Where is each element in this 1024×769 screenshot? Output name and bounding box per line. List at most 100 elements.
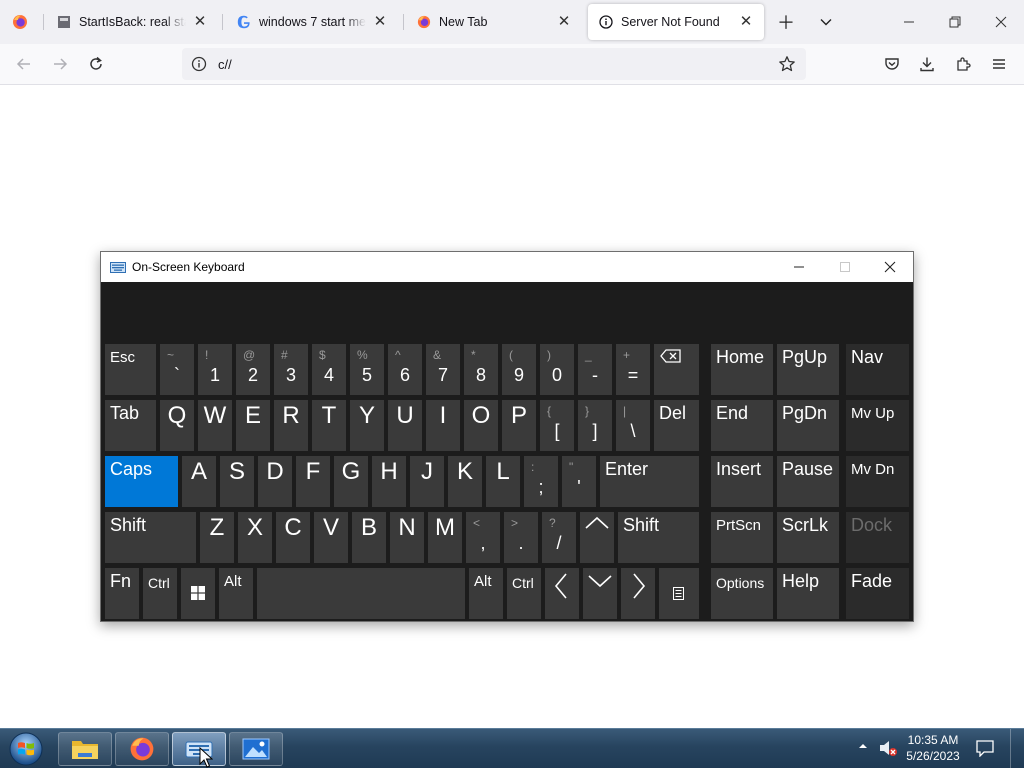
list-all-tabs-button[interactable] bbox=[810, 6, 842, 38]
key-equals[interactable]: + = bbox=[616, 344, 650, 395]
key-2[interactable]: @2 bbox=[236, 344, 270, 395]
key-tab[interactable]: Tab bbox=[105, 400, 156, 451]
key-scrlk[interactable]: ScrLk bbox=[777, 512, 839, 563]
key-h[interactable]: H bbox=[372, 456, 406, 507]
key-left-ctrl[interactable]: Ctrl bbox=[143, 568, 177, 619]
forward-button[interactable] bbox=[45, 49, 75, 79]
start-button[interactable] bbox=[6, 730, 46, 768]
back-button[interactable] bbox=[9, 49, 39, 79]
key-context-menu[interactable] bbox=[659, 568, 699, 619]
key-slash[interactable]: ? / bbox=[542, 512, 576, 563]
key-1[interactable]: ! 1 bbox=[198, 344, 232, 395]
key-semicolon[interactable]: :; bbox=[524, 456, 558, 507]
minimize-button[interactable] bbox=[886, 0, 932, 44]
key-g[interactable]: G bbox=[334, 456, 368, 507]
key-v[interactable]: V bbox=[314, 512, 348, 563]
key-k[interactable]: K bbox=[448, 456, 482, 507]
downloads-button[interactable] bbox=[912, 49, 942, 79]
show-desktop-button[interactable] bbox=[1010, 729, 1024, 769]
key-3[interactable]: #3 bbox=[274, 344, 308, 395]
key-help[interactable]: Help bbox=[777, 568, 839, 619]
key-right-bracket[interactable]: }] bbox=[578, 400, 612, 451]
key-a[interactable]: A bbox=[182, 456, 216, 507]
key-q[interactable]: Q bbox=[160, 400, 194, 451]
close-tab-icon[interactable]: ✕ bbox=[738, 14, 754, 30]
key-right-alt[interactable]: Alt bbox=[469, 568, 503, 619]
key-m[interactable]: M bbox=[428, 512, 462, 563]
taskbar-file-explorer[interactable] bbox=[58, 732, 112, 766]
osk-maximize-button[interactable] bbox=[822, 252, 868, 282]
key-backslash[interactable]: | \ bbox=[616, 400, 650, 451]
show-hidden-icons-button[interactable] bbox=[858, 740, 868, 754]
key-fn[interactable]: Fn bbox=[105, 568, 139, 619]
key-pgup[interactable]: PgUp bbox=[777, 344, 839, 395]
key-b[interactable]: B bbox=[352, 512, 386, 563]
key-nav[interactable]: Nav bbox=[846, 344, 909, 395]
action-center-button[interactable] bbox=[976, 739, 994, 760]
reload-button[interactable] bbox=[81, 49, 111, 79]
key-arrow-left[interactable] bbox=[545, 568, 579, 619]
key-left-bracket[interactable]: {[ bbox=[540, 400, 574, 451]
key-end[interactable]: End bbox=[711, 400, 773, 451]
key-home[interactable]: Home bbox=[711, 344, 773, 395]
key-mv-up[interactable]: Mv Up bbox=[846, 400, 909, 451]
key-c[interactable]: C bbox=[276, 512, 310, 563]
key-r[interactable]: R bbox=[274, 400, 308, 451]
key-right-shift[interactable]: Shift bbox=[618, 512, 699, 563]
tab-new-tab[interactable]: New Tab ✕ bbox=[406, 4, 582, 40]
key-e[interactable]: E bbox=[236, 400, 270, 451]
new-tab-button[interactable]: ＋ bbox=[770, 6, 802, 38]
firefox-view-button[interactable] bbox=[0, 0, 40, 44]
key-8[interactable]: * 8 bbox=[464, 344, 498, 395]
key-arrow-right[interactable] bbox=[621, 568, 655, 619]
key-left-alt[interactable]: Alt bbox=[219, 568, 253, 619]
key-i[interactable]: I bbox=[426, 400, 460, 451]
key-right-ctrl[interactable]: Ctrl bbox=[507, 568, 541, 619]
key-0[interactable]: ) 0 bbox=[540, 344, 574, 395]
key-mv-dn[interactable]: Mv Dn bbox=[846, 456, 909, 507]
key-arrow-up[interactable] bbox=[580, 512, 614, 563]
pocket-button[interactable] bbox=[877, 49, 907, 79]
key-9[interactable]: (9 bbox=[502, 344, 536, 395]
key-dock[interactable]: Dock bbox=[846, 512, 909, 563]
restore-button[interactable] bbox=[932, 0, 978, 44]
key-windows[interactable] bbox=[181, 568, 215, 619]
volume-button[interactable] bbox=[878, 739, 898, 760]
key-pause[interactable]: Pause bbox=[777, 456, 839, 507]
key-del[interactable]: Del bbox=[654, 400, 699, 451]
site-info-icon[interactable] bbox=[184, 56, 214, 72]
key-period[interactable]: >. bbox=[504, 512, 538, 563]
key-d[interactable]: D bbox=[258, 456, 292, 507]
key-minus[interactable]: _ - bbox=[578, 344, 612, 395]
address-bar[interactable]: c// bbox=[182, 48, 806, 80]
taskbar-photos[interactable] bbox=[229, 732, 283, 766]
close-tab-icon[interactable]: ✕ bbox=[556, 14, 572, 30]
key-z[interactable]: Z bbox=[200, 512, 234, 563]
key-6[interactable]: ^ 6 bbox=[388, 344, 422, 395]
key-arrow-down[interactable] bbox=[583, 568, 617, 619]
url-text[interactable]: c// bbox=[218, 57, 772, 72]
key-backspace[interactable] bbox=[654, 344, 699, 395]
bookmark-star-icon[interactable] bbox=[772, 55, 802, 73]
key-fade[interactable]: Fade bbox=[846, 568, 909, 619]
key-comma[interactable]: <, bbox=[466, 512, 500, 563]
tab-server-not-found[interactable]: Server Not Found ✕ bbox=[588, 4, 764, 40]
key-left-shift[interactable]: Shift bbox=[105, 512, 196, 563]
key-7[interactable]: & 7 bbox=[426, 344, 460, 395]
key-options[interactable]: Options bbox=[711, 568, 773, 619]
osk-minimize-button[interactable] bbox=[776, 252, 822, 282]
close-window-button[interactable] bbox=[978, 0, 1024, 44]
key-u[interactable]: U bbox=[388, 400, 422, 451]
key-n[interactable]: N bbox=[390, 512, 424, 563]
key-pgdn[interactable]: PgDn bbox=[777, 400, 839, 451]
key-prtscn[interactable]: PrtScn bbox=[711, 512, 773, 563]
key-s[interactable]: S bbox=[220, 456, 254, 507]
extensions-button[interactable] bbox=[948, 49, 978, 79]
close-tab-icon[interactable]: ✕ bbox=[192, 14, 208, 30]
key-x[interactable]: X bbox=[238, 512, 272, 563]
system-clock[interactable]: 10:35 AM 5/26/2023 bbox=[898, 732, 968, 764]
close-tab-icon[interactable]: ✕ bbox=[372, 14, 388, 30]
key-w[interactable]: W bbox=[198, 400, 232, 451]
app-menu-button[interactable] bbox=[984, 49, 1014, 79]
key-caps[interactable]: Caps bbox=[105, 456, 178, 507]
